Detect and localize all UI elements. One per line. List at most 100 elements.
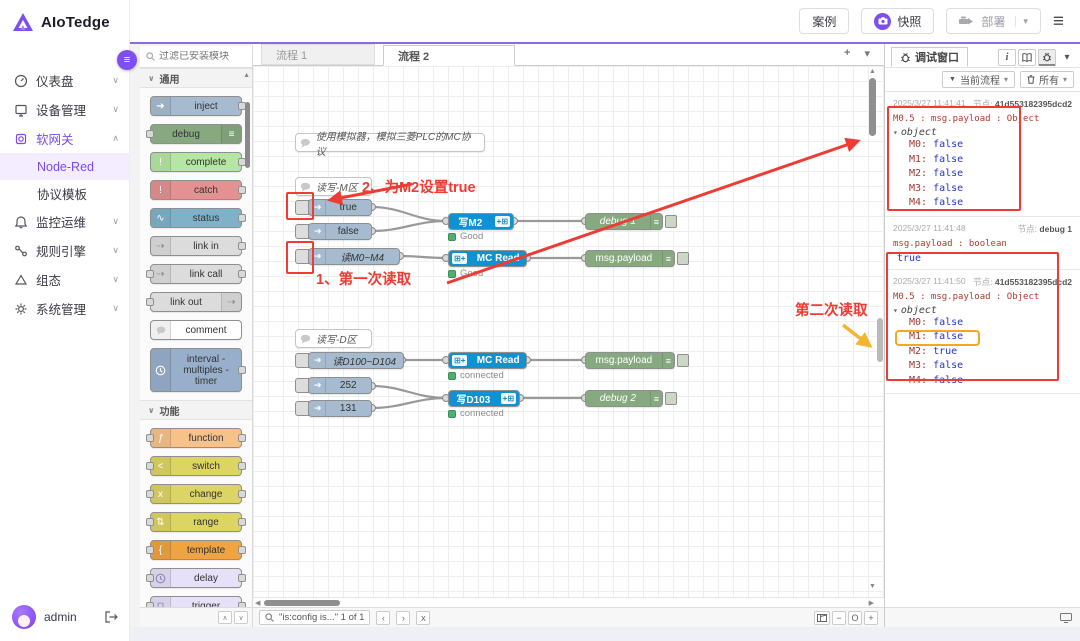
inject-node-read-d[interactable]: ➔ 读D100~D104 [308, 352, 404, 369]
palette-section-common[interactable]: ∨ 通用 [140, 68, 252, 88]
inject-node-read-m[interactable]: ➔ 读M0~M4 [308, 248, 400, 265]
debug-node-1[interactable]: debug 1 ≡ [585, 213, 663, 230]
canvas-vertical-scrollbar[interactable]: ▲ ▼ [869, 68, 876, 592]
sidebar-item-system[interactable]: 系统管理 ∨ [0, 294, 129, 323]
palette-collapse-down-button[interactable]: ∨ [234, 611, 248, 624]
sidebar-item-protocol-template[interactable]: 协议模板 [0, 180, 129, 207]
sidebar-item-node-red[interactable]: Node-Red [0, 153, 129, 180]
debug-toggle-button[interactable] [665, 215, 677, 228]
palette-collapse-up-button[interactable]: ∧ [218, 611, 232, 624]
palette-search-input[interactable] [159, 51, 239, 62]
inject-button[interactable] [295, 401, 309, 416]
palette-node-delay[interactable]: delay [150, 568, 242, 588]
sidebar-item-gateway[interactable]: 软网关 ∧ [0, 124, 129, 153]
palette-scrollbar[interactable] [245, 102, 250, 168]
debug-tab[interactable]: 调试窗口 [891, 47, 968, 67]
palette-node-link-in[interactable]: ⇢ link in [150, 236, 242, 256]
sidebar-options-caret[interactable]: ▾ [1058, 49, 1076, 66]
inject-node-131[interactable]: ➔ 131 [308, 400, 372, 417]
inject-node-false[interactable]: ➔ false [308, 223, 372, 240]
sidebar-item-rules[interactable]: 规则引擎 ∨ [0, 236, 129, 265]
logout-icon[interactable] [105, 611, 118, 623]
search-close-button[interactable]: x [416, 611, 430, 625]
palette-node-catch[interactable]: ! catch [150, 180, 242, 200]
inject-button[interactable] [295, 378, 309, 393]
comment-node-main[interactable]: 使用模拟器，模拟三菱PLC的MC协议 [295, 133, 485, 152]
inject-button[interactable] [295, 249, 309, 264]
debug-toggle-button[interactable] [665, 392, 677, 405]
palette-node-template[interactable]: { template [150, 540, 242, 560]
filter-flow-dropdown[interactable]: ▼ 当前流程 ▾ [942, 71, 1015, 88]
clear-messages-dropdown[interactable]: 所有 ▾ [1020, 71, 1074, 88]
object-toggle[interactable]: ▾object [893, 305, 1072, 316]
zoom-reset-button[interactable]: O [848, 611, 862, 625]
sidebar-collapse-button[interactable]: ≡ [117, 50, 137, 70]
palette-node-status[interactable]: ∿ status [150, 208, 242, 228]
comment-node-d-area[interactable]: 读写-D区 [295, 329, 372, 348]
example-button[interactable]: 案例 [799, 8, 849, 34]
palette-node-range[interactable]: ⇅ range [150, 512, 242, 532]
sidebar-splitter-grip[interactable] [877, 318, 883, 362]
scroll-down-icon[interactable]: ▼ [869, 583, 876, 590]
debug-toggle-button[interactable] [677, 252, 689, 265]
scroll-left-icon[interactable]: ◀ [255, 599, 260, 607]
avatar[interactable] [12, 605, 36, 629]
debug-message[interactable]: 2025/3/27 11:41:41节点: 41d553182395dcd2 M… [885, 92, 1080, 217]
open-window-icon[interactable] [1060, 613, 1072, 623]
help-tab-button[interactable] [1018, 49, 1036, 66]
debug-message[interactable]: 2025/3/27 11:41:50节点: 41d553182395dcd2 M… [885, 270, 1080, 395]
deploy-button[interactable]: 部署 ▾ [946, 8, 1041, 34]
add-flow-button[interactable]: + [844, 47, 850, 60]
zoom-out-button[interactable]: − [832, 611, 846, 625]
debug-node-msg-payload-m[interactable]: msg.payload ≡ [585, 250, 675, 267]
palette-node-comment[interactable]: comment [150, 320, 242, 340]
palette-node-inject[interactable]: ➔ inject [150, 96, 242, 116]
mc-read-node-m[interactable]: ⊞+ MC Read [448, 250, 527, 267]
info-tab-button[interactable]: i [998, 49, 1016, 66]
deploy-options-caret[interactable]: ▾ [1015, 16, 1028, 27]
sidebar-item-monitoring[interactable]: 监控运维 ∨ [0, 207, 129, 236]
palette-node-link-call[interactable]: ⇢ link call [150, 264, 242, 284]
main-menu-button[interactable]: ≡ [1053, 12, 1064, 31]
scrollbar-thumb[interactable] [264, 600, 340, 606]
sidebar-item-dashboard[interactable]: 仪表盘 ∨ [0, 66, 129, 95]
workspace[interactable]: 使用模拟器，模拟三菱PLC的MC协议 读写-M区 读写-D区 ➔ true ➔ … [253, 66, 884, 597]
palette-scroll-up[interactable]: ▲ [243, 72, 250, 79]
inject-button[interactable] [295, 224, 309, 239]
palette-section-function[interactable]: ∨ 功能 [140, 400, 252, 420]
scrollbar-thumb[interactable] [869, 78, 876, 136]
inject-node-true[interactable]: ➔ true [308, 199, 372, 216]
debug-toggle-button[interactable] [677, 354, 689, 367]
palette-node-switch[interactable]: < switch [150, 456, 242, 476]
debug-node-2[interactable]: debug 2 ≡ [585, 390, 663, 407]
tab-flow-1[interactable]: 流程 1 [261, 44, 375, 65]
zoom-in-button[interactable]: + [864, 611, 878, 625]
palette-node-link-out[interactable]: ⇢ link out [150, 292, 242, 312]
snapshot-button[interactable]: 快照 [861, 8, 934, 34]
inject-button[interactable] [295, 353, 309, 368]
search-next-button[interactable]: › [396, 611, 410, 625]
palette-search[interactable] [140, 46, 252, 68]
mc-read-node-d[interactable]: ⊞+ MC Read [448, 352, 527, 369]
minimap-button[interactable] [814, 611, 830, 625]
scroll-up-icon[interactable]: ▲ [869, 68, 876, 75]
canvas-search-widget[interactable]: "is:config is..." 1 of 1 [259, 610, 370, 625]
scroll-right-icon[interactable]: ▶ [869, 599, 874, 607]
palette-node-debug[interactable]: ≡ debug [150, 124, 242, 144]
inject-button[interactable] [295, 200, 309, 215]
debug-message[interactable]: 2025/3/27 11:41:48节点: debug 1 msg.payloa… [885, 217, 1080, 270]
canvas-horizontal-scrollbar[interactable]: ◀ ▶ [253, 597, 884, 607]
palette-node-change[interactable]: x change [150, 484, 242, 504]
palette-node-interval-timer[interactable]: interval - multiples - timer [150, 348, 242, 392]
palette-node-trigger[interactable]: ⊓ trigger [150, 596, 242, 607]
tab-flow-2[interactable]: 流程 2 [383, 45, 515, 66]
sidebar-item-scada[interactable]: 组态 ∨ [0, 265, 129, 294]
debug-tab-button[interactable] [1038, 49, 1056, 66]
comment-node-m-area[interactable]: 读写-M区 [295, 177, 372, 196]
palette-node-complete[interactable]: ! complete [150, 152, 242, 172]
flow-list-button[interactable]: ▾ [864, 47, 870, 60]
sidebar-item-devices[interactable]: 设备管理 ∨ [0, 95, 129, 124]
search-prev-button[interactable]: ‹ [376, 611, 390, 625]
mc-write-node-d103[interactable]: 写D103 +⊞ [448, 390, 520, 407]
mc-write-node-m2[interactable]: 写M2 +⊞ [448, 213, 514, 230]
